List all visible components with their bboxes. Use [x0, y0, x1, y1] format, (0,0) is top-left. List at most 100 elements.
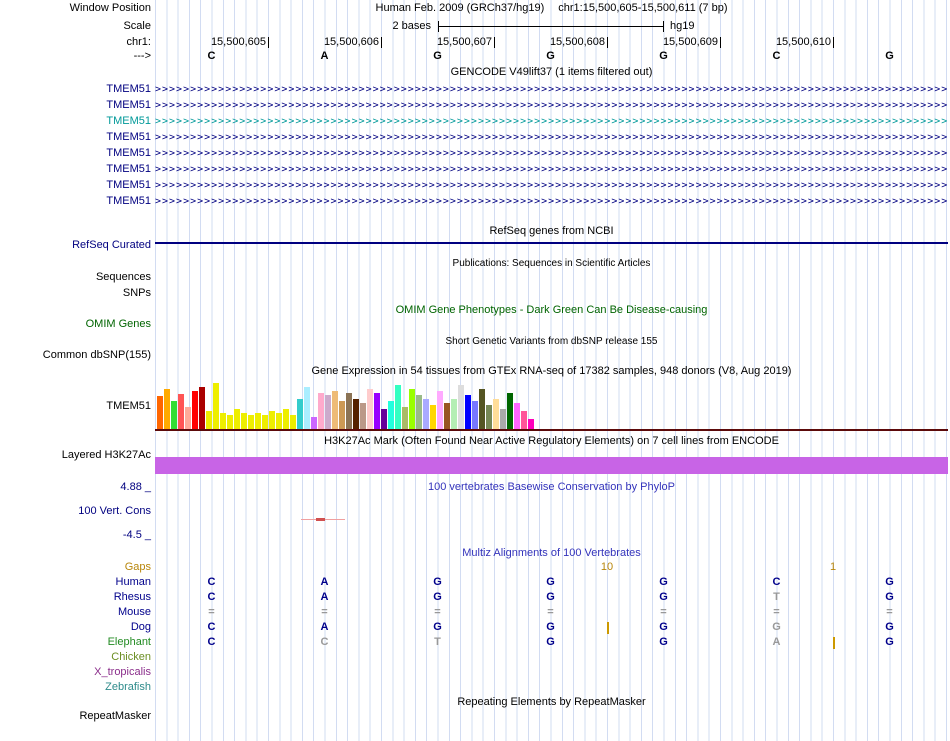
gtex-expression-bar[interactable] — [416, 395, 422, 429]
gtex-expression-bar[interactable] — [171, 401, 177, 429]
gtex-expression-bar[interactable] — [220, 413, 226, 429]
alignment-base: G — [546, 591, 555, 603]
gtex-expression-bar[interactable] — [339, 401, 345, 429]
transcript-arrows[interactable]: >>>>>>>>>>>>>>>>>>>>>>>>>>>>>>>>>>>>>>>>… — [155, 83, 948, 96]
coordinate-label: 15,500,609 — [662, 36, 718, 48]
scale-bar-right-tick — [663, 21, 664, 32]
gtex-expression-bar[interactable] — [521, 411, 527, 429]
gap-size-annotation: 10 — [600, 561, 614, 573]
alignment-base: G — [885, 636, 894, 648]
scale-bar — [438, 26, 664, 27]
transcript-label: TMEM51 — [106, 115, 151, 127]
gtex-track-title[interactable]: Gene Expression in 54 tissues from GTEx … — [155, 365, 948, 378]
phylop-track-title[interactable]: 100 vertebrates Basewise Conservation by… — [155, 481, 948, 494]
gtex-expression-bar[interactable] — [430, 405, 436, 429]
transcript-arrows[interactable]: >>>>>>>>>>>>>>>>>>>>>>>>>>>>>>>>>>>>>>>>… — [155, 131, 948, 144]
gtex-expression-bar[interactable] — [374, 393, 380, 429]
gtex-expression-bar[interactable] — [248, 415, 254, 429]
alignment-base: G — [659, 621, 668, 633]
gtex-expression-bar[interactable] — [269, 411, 275, 429]
gtex-expression-bar[interactable] — [283, 409, 289, 429]
gtex-expression-bar[interactable] — [458, 385, 464, 429]
transcript-label: TMEM51 — [106, 179, 151, 191]
gtex-expression-bar[interactable] — [241, 413, 247, 429]
gtex-expression-bar[interactable] — [451, 399, 457, 429]
gtex-expression-bar[interactable] — [388, 401, 394, 429]
gtex-expression-bar[interactable] — [514, 403, 520, 429]
scale-bar-left-tick — [438, 21, 439, 32]
gtex-expression-bar[interactable] — [360, 403, 366, 429]
publications-track-title[interactable]: Publications: Sequences in Scientific Ar… — [155, 257, 948, 270]
gtex-expression-bar[interactable] — [437, 391, 443, 429]
transcript-arrows[interactable]: >>>>>>>>>>>>>>>>>>>>>>>>>>>>>>>>>>>>>>>>… — [155, 179, 948, 192]
gtex-expression-bar[interactable] — [227, 415, 233, 429]
gtex-expression-bar[interactable] — [472, 401, 478, 429]
gtex-expression-bar[interactable] — [255, 413, 261, 429]
species-label: Human — [115, 576, 151, 588]
species-label: Zebrafish — [105, 681, 151, 693]
gtex-expression-bar[interactable] — [367, 389, 373, 429]
gtex-expression-bar[interactable] — [479, 389, 485, 429]
header-line: Human Feb. 2009 (GRCh37/hg19) chr1:15,500… — [155, 2, 948, 15]
transcript-arrows[interactable]: >>>>>>>>>>>>>>>>>>>>>>>>>>>>>>>>>>>>>>>>… — [155, 147, 948, 160]
gtex-expression-bar[interactable] — [164, 389, 170, 429]
gap-size-annotation: 1 — [829, 561, 837, 573]
transcript-arrows[interactable]: >>>>>>>>>>>>>>>>>>>>>>>>>>>>>>>>>>>>>>>>… — [155, 115, 948, 128]
transcript-label: TMEM51 — [106, 147, 151, 159]
h3k27ac-track-title[interactable]: H3K27Ac Mark (Often Found Near Active Re… — [155, 435, 948, 448]
transcript-arrows[interactable]: >>>>>>>>>>>>>>>>>>>>>>>>>>>>>>>>>>>>>>>>… — [155, 195, 948, 208]
gtex-expression-bar[interactable] — [528, 419, 534, 429]
coordinate-tick — [720, 37, 721, 48]
coordinate-label: 15,500,610 — [775, 36, 831, 48]
gtex-expression-bar[interactable] — [192, 391, 198, 429]
gtex-expression-bar[interactable] — [262, 415, 268, 429]
gtex-expression-bar[interactable] — [276, 413, 282, 429]
alignment-base: G — [885, 591, 894, 603]
h3k27ac-signal[interactable] — [155, 457, 948, 474]
gtex-expression-bar[interactable] — [444, 403, 450, 429]
gtex-expression-bar[interactable] — [465, 395, 471, 429]
gtex-expression-bar[interactable] — [500, 409, 506, 429]
gtex-expression-bar[interactable] — [423, 399, 429, 429]
gtex-expression-bar[interactable] — [311, 417, 317, 429]
alignment-base: G — [433, 621, 442, 633]
gtex-expression-bar[interactable] — [381, 409, 387, 429]
gtex-expression-bar[interactable] — [213, 383, 219, 429]
gtex-expression-bar[interactable] — [395, 385, 401, 429]
gtex-expression-bar[interactable] — [493, 399, 499, 429]
gtex-expression-bar[interactable] — [199, 387, 205, 429]
gtex-expression-bar[interactable] — [402, 407, 408, 429]
gtex-expression-bar[interactable] — [346, 393, 352, 429]
gtex-expression-bar[interactable] — [353, 399, 359, 429]
transcript-arrows[interactable]: >>>>>>>>>>>>>>>>>>>>>>>>>>>>>>>>>>>>>>>>… — [155, 99, 948, 112]
gtex-expression-bar[interactable] — [507, 393, 513, 429]
gtex-expression-bar[interactable] — [304, 387, 310, 429]
alignment-base: C — [320, 636, 329, 648]
gtex-expression-bar[interactable] — [332, 391, 338, 429]
gtex-expression-bar[interactable] — [206, 411, 212, 429]
gtex-expression-bar[interactable] — [234, 409, 240, 429]
gtex-expression-bar[interactable] — [325, 395, 331, 429]
multiz-track-title[interactable]: Multiz Alignments of 100 Vertebrates — [155, 547, 948, 560]
gencode-track-title[interactable]: GENCODE V49lift37 (1 items filtered out) — [155, 66, 948, 79]
gtex-expression-bar[interactable] — [178, 394, 184, 429]
omim-track-title[interactable]: OMIM Gene Phenotypes - Dark Green Can Be… — [155, 304, 948, 317]
alignment-base: T — [434, 636, 441, 648]
transcript-arrows[interactable]: >>>>>>>>>>>>>>>>>>>>>>>>>>>>>>>>>>>>>>>>… — [155, 163, 948, 176]
dbsnp-track-title[interactable]: Short Genetic Variants from dbSNP releas… — [155, 335, 948, 348]
gtex-baseline — [155, 429, 948, 431]
gtex-expression-bar[interactable] — [318, 393, 324, 429]
gtex-expression-bar[interactable] — [157, 396, 163, 429]
alignment-base: = — [208, 606, 215, 618]
gtex-expression-bar[interactable] — [290, 415, 296, 429]
gtex-expression-bar[interactable] — [486, 405, 492, 429]
alignment-base: = — [434, 606, 441, 618]
gtex-expression-bar[interactable] — [297, 399, 303, 429]
gtex-expression-bar[interactable] — [409, 389, 415, 429]
refseq-curated-item[interactable] — [155, 242, 948, 244]
repeatmasker-track-title[interactable]: Repeating Elements by RepeatMasker — [155, 696, 948, 709]
insertion-tick — [607, 622, 609, 634]
coordinate-tick — [268, 37, 269, 48]
refseq-track-title[interactable]: RefSeq genes from NCBI — [155, 225, 948, 238]
gtex-expression-bar[interactable] — [185, 407, 191, 429]
